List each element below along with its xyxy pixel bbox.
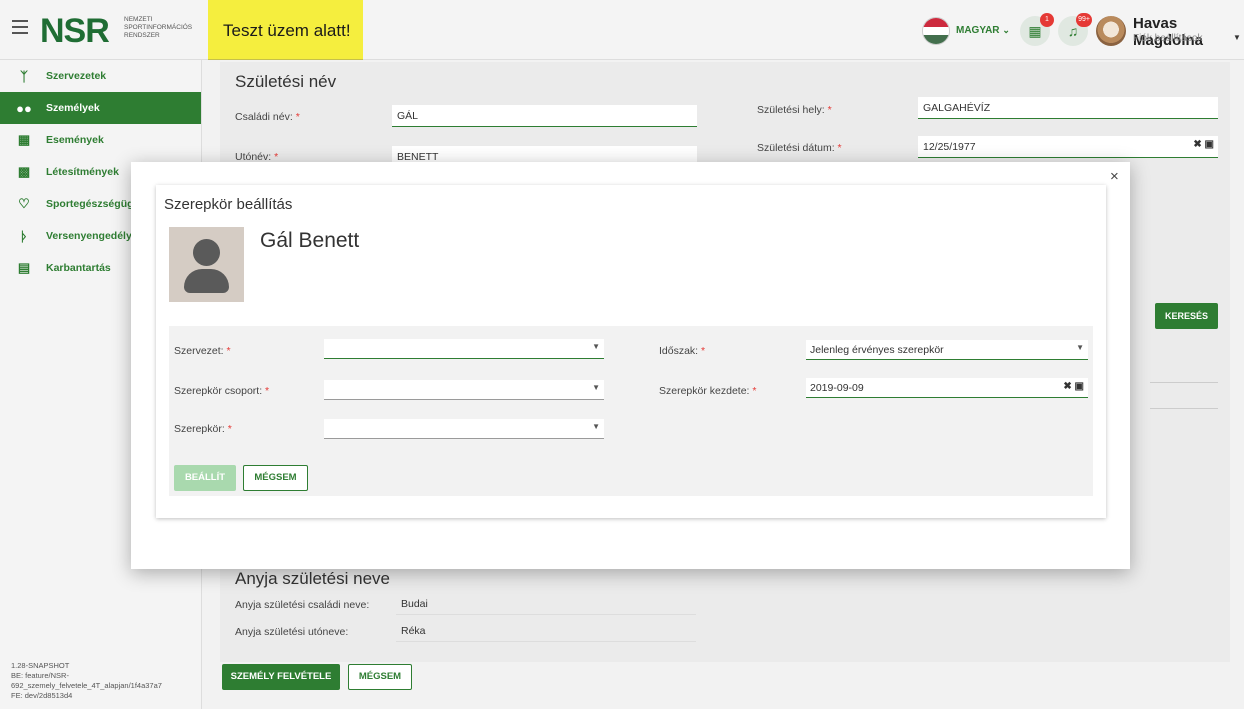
clear-calendar-icons[interactable]: ✖ ▣ <box>1193 139 1214 150</box>
hungarian-flag-icon[interactable] <box>922 17 950 45</box>
sidebar-item-szemelyek[interactable]: ●● Személyek <box>0 92 201 124</box>
family-name-label: Családi név: * <box>235 111 300 123</box>
period-select[interactable]: Jelenleg érvényes szerepkör ▼ <box>806 340 1088 360</box>
close-icon[interactable]: × <box>1110 168 1119 185</box>
caret-down-icon[interactable]: ▼ <box>1233 33 1241 42</box>
section-title-birth-name: Születési név <box>235 72 337 91</box>
menu-icon[interactable] <box>12 20 28 34</box>
caret-down-icon: ▼ <box>592 383 600 392</box>
building-icon: ▩ <box>17 164 31 179</box>
heart-icon: ♡ <box>18 196 30 211</box>
dialog-title: Szerepkör beállítás <box>164 196 293 213</box>
cancel-button[interactable]: MÉGSEM <box>348 664 412 690</box>
search-button[interactable]: KERESÉS <box>1155 303 1218 329</box>
test-mode-banner: Teszt üzem alatt! <box>208 0 363 60</box>
tasks-button[interactable]: ▦ 1 <box>1020 13 1054 46</box>
role-select[interactable]: ▼ <box>324 419 604 439</box>
runner-icon: ᚦ <box>20 228 28 244</box>
notifications-badge: 99+ <box>1076 13 1092 27</box>
divider <box>1150 382 1218 383</box>
sidebar-item-szervezetek[interactable]: ᛉ Szervezetek <box>0 60 201 92</box>
role-label: Szerepkör: * <box>174 423 232 435</box>
mother-family-name-input[interactable]: Budai <box>396 593 696 615</box>
logo[interactable]: NSR <box>40 12 110 51</box>
role-group-select[interactable]: ▼ <box>324 380 604 400</box>
calendar-icon: ▦ <box>17 132 31 147</box>
mother-first-name-input[interactable]: Réka <box>396 620 696 642</box>
tasks-badge: 1 <box>1040 13 1054 27</box>
app-header: NSR NEMZETI SPORTINFORMÁCIÓS RENDSZER Te… <box>0 0 1244 60</box>
person-placeholder-icon <box>169 227 244 302</box>
birth-date-input[interactable]: 12/25/1977 ✖ ▣ <box>918 136 1218 158</box>
family-name-input[interactable]: GÁL <box>392 105 697 127</box>
caret-down-icon: ▼ <box>592 422 600 431</box>
caret-down-icon: ▼ <box>592 342 600 351</box>
language-selector[interactable]: MAGYAR ⌄ <box>956 25 1010 36</box>
birth-place-label: Születési hely: * <box>757 104 832 116</box>
role-start-label: Szerepkör kezdete: * <box>659 385 757 397</box>
notifications-button[interactable]: ♫ 99+ <box>1058 13 1092 46</box>
birth-date-label: Születési dátum: * <box>757 142 842 154</box>
people-icon: ●● <box>16 100 32 116</box>
birth-place-input[interactable]: GALGAHÉVÍZ <box>918 97 1218 119</box>
sidebar-item-esemenyek[interactable]: ▦ Események <box>0 124 201 156</box>
role-start-date-input[interactable]: 2019-09-09 ✖ ▣ <box>806 378 1088 398</box>
person-name: Gál Benett <box>260 229 360 252</box>
period-label: Időszak: * <box>659 345 706 357</box>
organization-label: Szervezet: * <box>174 345 231 357</box>
org-tree-icon: ᛉ <box>20 68 28 84</box>
bell-icon: ♫ <box>1067 23 1079 39</box>
clipboard-icon: ▤ <box>17 260 31 275</box>
mother-first-name-label: Anyja születési utóneve: <box>235 626 349 638</box>
chevron-down-icon: ⌄ <box>1002 25 1010 35</box>
section-title-mother-name: Anyja születési neve <box>235 569 390 588</box>
add-person-button[interactable]: SZEMÉLY FELVÉTELE <box>222 664 340 690</box>
clear-calendar-icons[interactable]: ✖ ▣ <box>1063 381 1084 392</box>
logo-subtitle: NEMZETI SPORTINFORMÁCIÓS RENDSZER <box>124 16 193 39</box>
mother-family-name-label: Anyja születési családi neve: <box>235 599 370 611</box>
organization-select[interactable]: ▼ <box>324 339 604 359</box>
set-button[interactable]: BEÁLLÍT <box>174 465 236 491</box>
role-group-label: Szerepkör csoport: * <box>174 385 270 397</box>
version-info: 1.28-SNAPSHOT BE: feature/NSR- 692_szeme… <box>11 661 162 700</box>
account-settings-link[interactable]: Fiók beállítások <box>1133 33 1202 44</box>
avatar[interactable] <box>1096 16 1126 46</box>
dialog-cancel-button[interactable]: MÉGSEM <box>243 465 308 491</box>
divider <box>1150 408 1218 409</box>
tasks-icon: ▦ <box>1028 23 1042 39</box>
caret-down-icon: ▼ <box>1076 343 1084 352</box>
